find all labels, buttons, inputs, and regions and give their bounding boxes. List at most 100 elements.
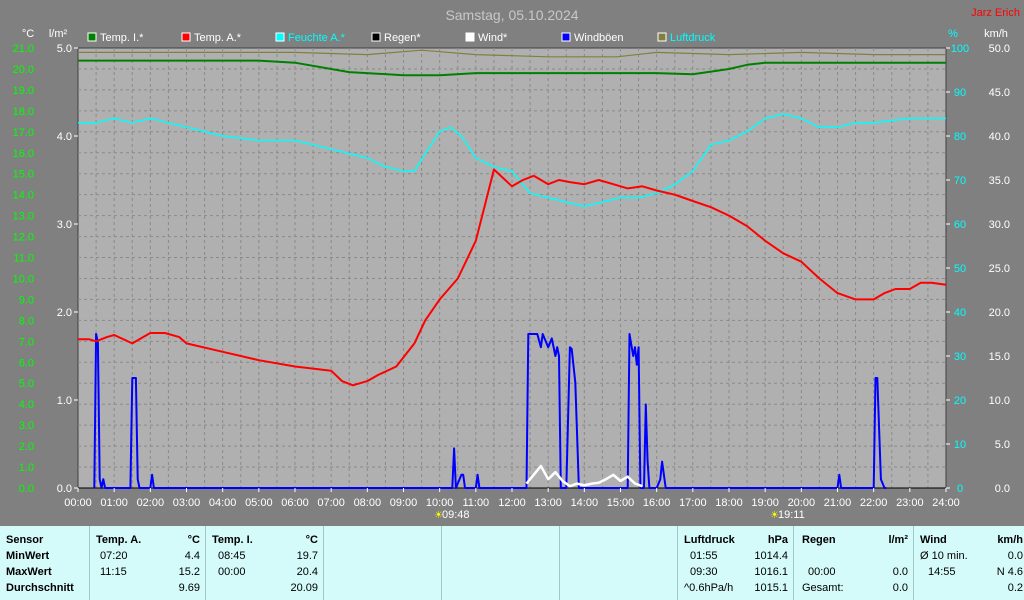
humidity-tick-label: 100 (951, 43, 969, 55)
humidity-tick-label: 20 (954, 395, 966, 407)
legend-swatch (371, 32, 381, 42)
temp-tick-label: 1.0 (19, 462, 34, 474)
legend-label: Windböen (574, 32, 624, 44)
temp-tick-label: 4.0 (19, 399, 34, 411)
x-tick-label: 12:00 (498, 497, 526, 509)
temp-tick-label: 16.0 (13, 148, 34, 160)
x-tick-label: 17:00 (679, 497, 707, 509)
x-tick-label: 06:00 (281, 497, 309, 509)
x-tick-label: 03:00 (173, 497, 201, 509)
temp-i-header: Temp. I. (212, 534, 253, 546)
sunrise-marker: ☀ 09:48 (434, 509, 470, 521)
x-tick-label: 09:00 (390, 497, 418, 509)
temp-a-max-time: 11:15 (100, 566, 127, 578)
temp-tick-label: 20.0 (13, 64, 34, 76)
x-tick-label: 05:00 (245, 497, 273, 509)
temp-i-min-time: 08:45 (218, 550, 246, 562)
temp-a-max: 15.2 (178, 566, 200, 578)
x-tick-label: 15:00 (607, 497, 635, 509)
rain-max: 0.0 (892, 566, 908, 578)
wind-tick-label: 35.0 (989, 175, 1010, 187)
temp-tick-label: 19.0 (13, 85, 34, 97)
x-tick-label: 11:00 (462, 497, 489, 509)
temp-i-avg: 20.09 (290, 582, 318, 594)
rain-max-time: 00:00 (808, 566, 836, 578)
x-tick-label: 01:00 (100, 497, 128, 509)
wind-tick-label: 30.0 (989, 219, 1010, 231)
x-tick-label: 24:00 (932, 497, 960, 509)
sensor-column: Sensor MinWert MaxWert Durchschnitt (0, 526, 89, 600)
wind-tick-label: 0.0 (995, 483, 1010, 495)
rain-unit-label: l/m² (49, 28, 68, 40)
temp-tick-label: 5.0 (19, 378, 34, 390)
wind-tick-label: 45.0 (989, 87, 1010, 99)
chart-title: Samstag, 05.10.2024 (445, 7, 578, 23)
temp-tick-label: 21.0 (13, 43, 34, 55)
temp-a-unit: °C (187, 534, 200, 546)
temp-i-column: Temp. I. °C 08:45 19.7 00:00 20.4 20.09 (205, 526, 324, 600)
legend-label: Feuchte A.* (288, 32, 346, 44)
temp-tick-label: 18.0 (13, 106, 34, 118)
x-tick-label: 21:00 (824, 497, 852, 509)
x-tick-label: 20:00 (788, 497, 816, 509)
wind-tick-label: 25.0 (989, 263, 1010, 275)
pressure-max-time: 09:30 (690, 566, 718, 578)
temp-tick-label: 8.0 (19, 315, 34, 327)
humidity-tick-label: 60 (954, 219, 966, 231)
wind-tick-label: 40.0 (989, 131, 1010, 143)
temp-a-header: Temp. A. (96, 534, 142, 546)
x-tick-label: 07:00 (317, 497, 345, 509)
legend-label: Temp. A.* (194, 32, 242, 44)
pressure-avg: 1015.1 (754, 582, 788, 594)
x-tick-label: 19:00 (751, 497, 779, 509)
legend-label: Regen* (384, 32, 421, 44)
wind-unit: km/h (997, 534, 1023, 546)
rain-tick-label: 1.0 (57, 395, 72, 407)
temp-tick-label: 12.0 (13, 232, 34, 244)
temp-tick-label: 6.0 (19, 357, 34, 369)
wind-avg-label: Ø 10 min. (920, 550, 968, 562)
rain-header: Regen (802, 534, 836, 546)
temp-i-max-time: 00:00 (218, 566, 246, 578)
temp-tick-label: 13.0 (13, 211, 34, 223)
wind-avg: 0.0 (1007, 550, 1023, 562)
humidity-tick-label: 50 (954, 263, 966, 275)
sunset-time: 19:11 (778, 509, 805, 521)
legend-label: Wind* (478, 32, 508, 44)
x-tick-label: 00:00 (64, 497, 92, 509)
temp-a-column: Temp. A. °C 07:20 4.4 11:15 15.2 9.69 (89, 526, 206, 600)
temp-tick-label: 14.0 (13, 190, 34, 202)
author-label: Jarz Erich (971, 7, 1020, 19)
rain-unit: l/m² (888, 534, 908, 546)
wind-tick-label: 10.0 (989, 395, 1010, 407)
legend-swatch (275, 32, 285, 42)
x-tick-label: 04:00 (209, 497, 237, 509)
humidity-tick-label: 40 (954, 307, 966, 319)
pressure-max: 1016.1 (754, 566, 788, 578)
wind-column: Wind km/h Ø 10 min. 0.0 14:55 N 4.6 0.2 (913, 526, 1024, 600)
legend-label: Luftdruck (670, 32, 716, 44)
sunset-marker: ☀ 19:11 (770, 509, 805, 521)
wind-tick-label: 50.0 (989, 43, 1010, 55)
humidity-tick-label: 0 (957, 483, 963, 495)
temp-tick-label: 0.0 (19, 483, 34, 495)
x-tick-label: 18:00 (715, 497, 743, 509)
weather-chart: 0.0 1.0 2.0 3.0 4.0 5.0 6.0 7.0 8.0 9.0 10.0 11.0 12… (0, 0, 1024, 526)
humidity-tick-label: 30 (954, 351, 966, 363)
pressure-header: Luftdruck (684, 534, 735, 546)
temp-tick-label: 11.0 (13, 253, 34, 265)
temp-tick-label: 3.0 (19, 420, 34, 432)
x-tick-label: 10:00 (426, 497, 454, 509)
wind-max-time: 14:55 (928, 566, 956, 578)
wind-tick-label: 5.0 (995, 439, 1010, 451)
empty-column-1 (323, 526, 442, 600)
rain-tick-label: 2.0 (57, 307, 72, 319)
x-tick-label: 02:00 (137, 497, 165, 509)
sunrise-time: 09:48 (442, 509, 470, 521)
row-label-min: MinWert (6, 550, 50, 562)
temp-i-max: 20.4 (296, 566, 318, 578)
temp-tick-label: 15.0 (13, 169, 34, 181)
humidity-tick-label: 70 (954, 175, 966, 187)
temp-unit-label: °C (22, 28, 34, 40)
temp-a-min-time: 07:20 (100, 550, 128, 562)
